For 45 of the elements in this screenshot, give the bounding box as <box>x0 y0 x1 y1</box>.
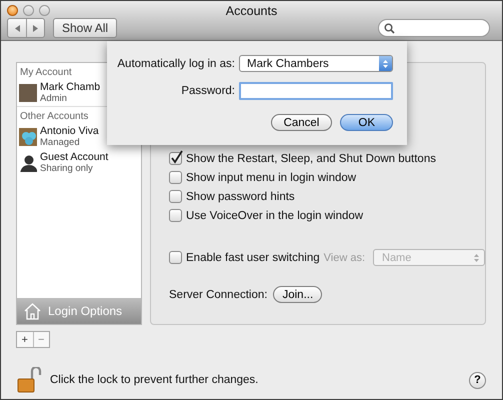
help-button[interactable]: ? <box>469 372 486 388</box>
add-button[interactable]: + <box>17 332 32 347</box>
user-popup[interactable]: Mark Chambers <box>239 55 393 72</box>
login-options-label: Login Options <box>48 304 122 318</box>
account-name: Mark Chamb <box>40 81 100 93</box>
eggs-picture-icon <box>19 128 37 146</box>
right-triangle-icon <box>32 24 39 32</box>
checkbox-label: Show input menu in login window <box>186 172 356 184</box>
search-icon <box>384 22 395 34</box>
checkbox-label: Use VoiceOver in the login window <box>186 210 364 222</box>
zoom-button[interactable] <box>39 5 50 16</box>
stepper-icon <box>382 58 389 68</box>
sheet-button[interactable]: Cancel <box>270 114 332 131</box>
person-silhouette-icon <box>19 154 37 172</box>
checkbox-label: Show password hints <box>186 190 295 202</box>
autologin-label: Automatically log in as: <box>116 58 235 70</box>
checkbox[interactable] <box>169 209 182 222</box>
close-button[interactable] <box>7 5 18 16</box>
checkbox[interactable] <box>169 152 182 165</box>
checkbox[interactable] <box>169 171 182 184</box>
account-name: Guest Account <box>40 151 108 163</box>
server-connection-label: Server Connection: <box>169 288 268 300</box>
join-button[interactable]: Join... <box>273 286 322 303</box>
checkbox-label: Show the Restart, Sleep, and Shut Down buttons <box>186 152 436 164</box>
window-title: Accounts <box>226 4 278 18</box>
house-icon <box>23 302 42 320</box>
search-field[interactable] <box>378 19 490 37</box>
checkbox[interactable] <box>169 190 182 203</box>
lock-message: Click the lock to prevent further changes. <box>50 374 258 386</box>
stepper-icon <box>473 252 480 262</box>
default-button[interactable]: OK <box>340 114 393 131</box>
avatar-photo <box>19 84 37 102</box>
show-all-button[interactable]: Show All <box>53 18 118 38</box>
account-role: Sharing only <box>40 163 94 174</box>
account-name: Antonio Viva <box>40 125 99 137</box>
minimize-button[interactable] <box>23 5 34 16</box>
account-role: Admin <box>40 93 68 104</box>
checkbox-label: Enable fast user switching <box>186 252 320 264</box>
view-as-label: View as: <box>324 252 365 264</box>
password-label: Password: <box>180 85 235 97</box>
unlocked-padlock-icon[interactable] <box>16 367 42 393</box>
left-triangle-icon <box>14 24 20 32</box>
account-item[interactable]: Guest Account Sharing only <box>17 150 142 176</box>
password-field[interactable] <box>239 82 393 100</box>
account-role: Managed <box>40 137 81 148</box>
